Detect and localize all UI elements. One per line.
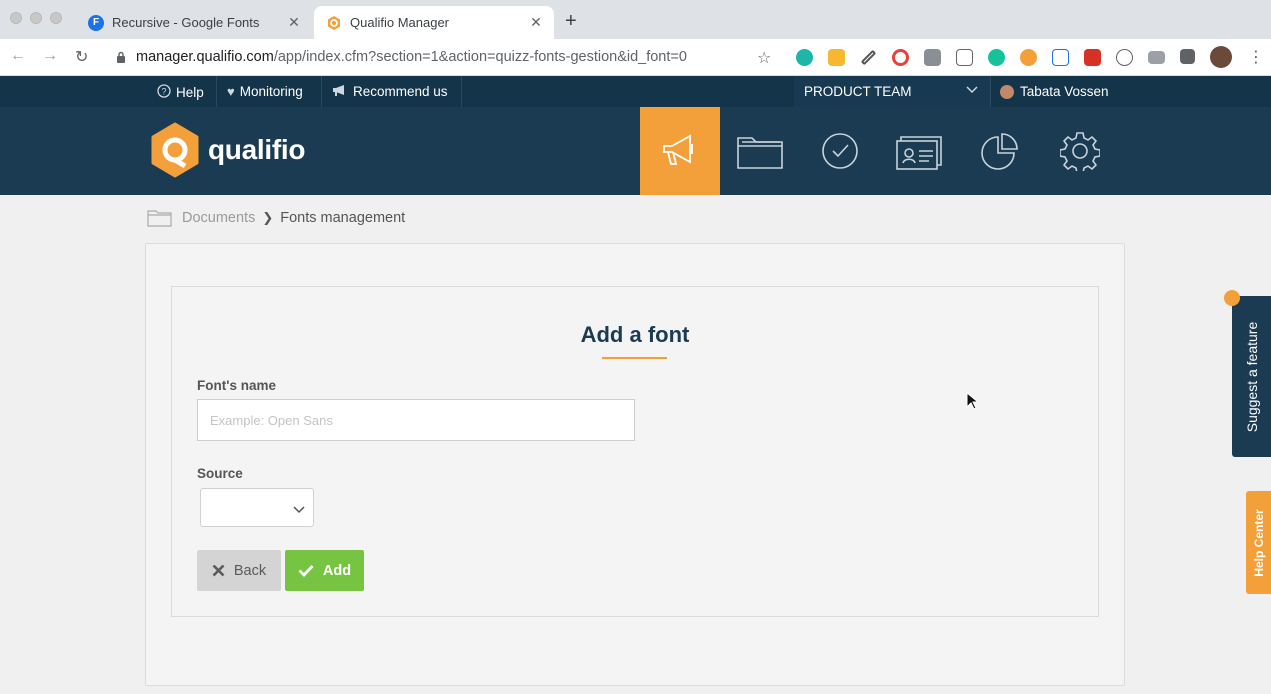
- app-header: qualifio: [0, 107, 1271, 195]
- heart-pulse-icon: ♥: [227, 84, 235, 99]
- browser-tab-google-fonts[interactable]: F Recursive - Google Fonts ✕: [76, 6, 312, 39]
- help-center-label: Help Center: [1251, 508, 1266, 577]
- puzzle-icon[interactable]: [1180, 49, 1195, 64]
- team-selector[interactable]: PRODUCT TEAM: [794, 76, 990, 107]
- window-zoom-dot[interactable]: [50, 12, 62, 24]
- recommend-link[interactable]: Recommend us: [332, 84, 448, 99]
- extension-red-icon[interactable]: [1084, 49, 1101, 66]
- breadcrumb-current: Fonts management: [280, 210, 406, 226]
- monitoring-link[interactable]: ♥ Monitoring: [227, 84, 303, 99]
- tab-title: Recursive - Google Fonts: [112, 15, 260, 30]
- browser-tabstrip: F Recursive - Google Fonts ✕ Qualifio Ma…: [0, 0, 1271, 39]
- recommend-label: Recommend us: [353, 84, 448, 99]
- qualifio-logo[interactable]: qualifio: [150, 122, 305, 178]
- chevron-down-icon: [293, 506, 305, 514]
- back-button[interactable]: Back: [197, 550, 281, 591]
- new-tab-icon[interactable]: +: [565, 10, 577, 33]
- breadcrumb: Documents ❯ Fonts management: [147, 209, 405, 227]
- qualifio-extension-icon[interactable]: [1020, 49, 1037, 66]
- grammarly-icon[interactable]: [988, 49, 1005, 66]
- extension-ticket-icon[interactable]: [956, 49, 973, 66]
- divider: [216, 76, 217, 107]
- eyedropper-icon[interactable]: [860, 49, 877, 66]
- nav-documents[interactable]: [720, 107, 800, 195]
- lock-icon: [117, 51, 125, 63]
- help-link[interactable]: ? Help: [157, 84, 204, 101]
- close-tab-icon[interactable]: ✕: [284, 14, 304, 31]
- extension-w-icon[interactable]: [1052, 49, 1069, 66]
- extension-e-icon[interactable]: [828, 49, 845, 66]
- folder-icon: [737, 137, 783, 169]
- source-label: Source: [197, 466, 243, 481]
- svg-text:?: ?: [161, 87, 166, 97]
- add-button[interactable]: Add: [285, 550, 364, 591]
- check-circle-icon: [822, 133, 858, 169]
- monitoring-label: Monitoring: [239, 84, 303, 99]
- megaphone-icon: [663, 134, 693, 165]
- user-name: Tabata Vossen: [1020, 84, 1109, 99]
- nav-campaigns[interactable]: [640, 107, 720, 195]
- source-select[interactable]: [200, 488, 314, 527]
- close-icon: [212, 564, 225, 577]
- forward-arrow-icon[interactable]: →: [42, 47, 58, 65]
- nav-statistics[interactable]: [960, 107, 1040, 195]
- window-close-dot[interactable]: [10, 12, 22, 24]
- gear-icon: [1060, 132, 1100, 171]
- logo-wordmark: qualifio: [208, 134, 306, 165]
- chevron-down-icon: [966, 86, 978, 94]
- folder-icon: [147, 210, 172, 227]
- user-avatar: [1000, 84, 1014, 99]
- contacts-icon: [896, 136, 942, 170]
- nav-validation[interactable]: [800, 107, 880, 195]
- google-fonts-favicon-icon: F: [88, 14, 104, 31]
- check-icon: [298, 565, 314, 577]
- user-menu[interactable]: Tabata Vossen: [1000, 84, 1109, 99]
- window-minimize-dot[interactable]: [30, 12, 42, 24]
- pie-chart-icon: [981, 133, 1018, 170]
- qualifio-favicon-icon: [326, 15, 342, 31]
- code-view-icon[interactable]: [924, 49, 941, 66]
- divider: [321, 76, 322, 107]
- camera-icon[interactable]: [1148, 51, 1165, 64]
- browser-menu-icon[interactable]: ⋮: [1248, 47, 1264, 67]
- question-circle-icon: ?: [157, 84, 171, 101]
- url-path: /app/index.cfm?section=1&action=quizz-fo…: [273, 49, 687, 65]
- bookmark-star-icon[interactable]: ☆: [757, 48, 771, 68]
- nav-settings[interactable]: [1040, 107, 1120, 195]
- url-host: manager.qualifio.com: [136, 49, 274, 65]
- qualifio-logo-icon: [151, 122, 199, 178]
- address-bar[interactable]: manager.qualifio.com/app/index.cfm?secti…: [104, 43, 784, 71]
- browser-toolbar: ← → ↻ manager.qualifio.com/app/index.cfm…: [0, 39, 1271, 76]
- browser-profile-avatar[interactable]: [1210, 46, 1232, 68]
- back-arrow-icon[interactable]: ←: [10, 47, 26, 65]
- close-tab-icon[interactable]: ✕: [526, 14, 546, 31]
- reload-icon[interactable]: ↻: [75, 47, 88, 67]
- team-label: PRODUCT TEAM: [804, 84, 912, 99]
- notification-dot: [1224, 290, 1240, 306]
- app-topbar: ? Help ♥ Monitoring Recommend us PRODUCT…: [0, 76, 1271, 107]
- form-title: Add a font: [580, 322, 690, 347]
- font-name-label: Font's name: [197, 378, 276, 393]
- extension-m-icon[interactable]: [796, 49, 813, 66]
- breadcrumb-documents[interactable]: Documents: [182, 210, 255, 226]
- chevron-right-icon: ❯: [262, 210, 274, 225]
- browser-tab-qualifio[interactable]: Qualifio Manager ✕: [314, 6, 554, 39]
- extension-spiral-icon[interactable]: [892, 49, 909, 66]
- add-label: Add: [322, 562, 352, 579]
- font-name-input[interactable]: [197, 399, 635, 441]
- tab-title: Qualifio Manager: [350, 15, 449, 30]
- suggest-feature-label: Suggest a feature: [1243, 321, 1260, 432]
- mouse-cursor-icon: [966, 392, 978, 410]
- extension-dots-icon[interactable]: [1116, 49, 1133, 66]
- title-underline: [602, 357, 667, 359]
- back-label: Back: [233, 562, 267, 579]
- megaphone-small-icon: [332, 84, 348, 99]
- divider: [990, 76, 991, 107]
- help-label: Help: [176, 85, 204, 100]
- help-center-tab[interactable]: Help Center: [1246, 491, 1271, 594]
- divider: [461, 76, 462, 107]
- nav-contacts[interactable]: [880, 107, 960, 195]
- suggest-feature-tab[interactable]: Suggest a feature: [1232, 296, 1271, 457]
